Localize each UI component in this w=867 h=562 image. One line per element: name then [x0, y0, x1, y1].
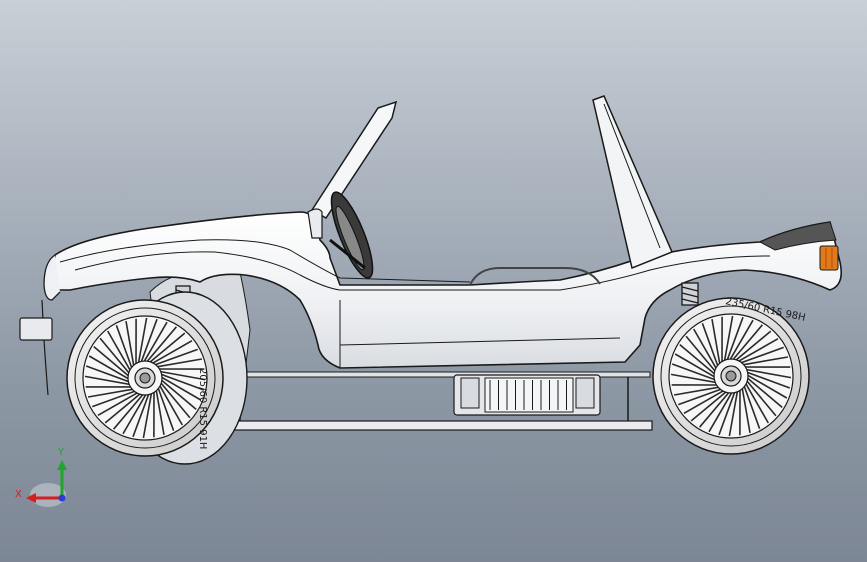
battery-pack: [453, 374, 601, 416]
z-axis-dot: [58, 494, 66, 502]
taillight: [819, 245, 839, 271]
front-wheel: 205/60 R15 91H: [66, 291, 248, 465]
y-axis-label: Y: [57, 447, 65, 458]
graphics-viewport[interactable]: 205/60 R15 91H 235/60 R15 98H Y X: [0, 0, 867, 562]
headlight: [19, 317, 53, 341]
coordinate-triad[interactable]: Y X: [15, 447, 67, 507]
roll-bar: [592, 95, 673, 270]
front-tire-sidewall-text: 205/60 R15 91H: [197, 368, 208, 449]
x-axis-label: X: [15, 489, 22, 500]
rear-wheel: 235/60 R15 98H: [652, 296, 810, 455]
rear-suspension: [681, 282, 699, 306]
car-model-view[interactable]: 205/60 R15 91H 235/60 R15 98H Y X: [0, 0, 867, 562]
y-axis-arrowhead: [57, 460, 67, 470]
